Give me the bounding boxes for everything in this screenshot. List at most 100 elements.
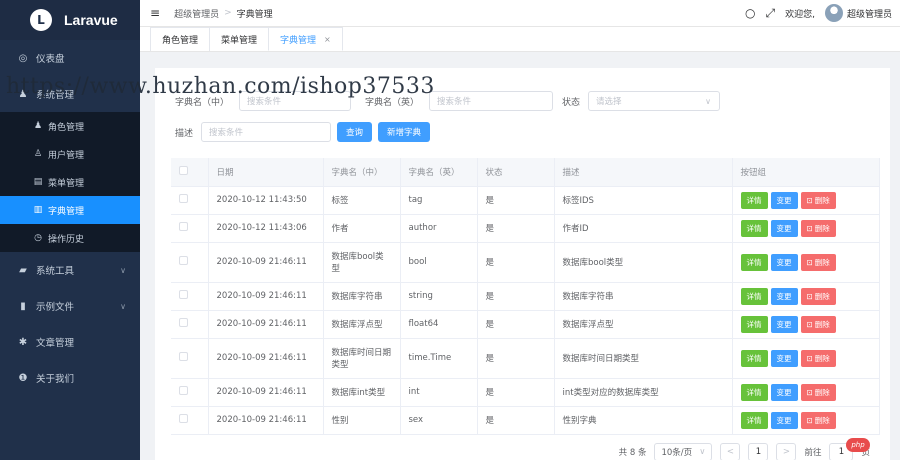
cell-name-cn: 数据库时间日期类型 — [323, 338, 401, 379]
username[interactable]: 超级管理员 — [847, 7, 892, 20]
cell-actions: 详情 变更 ⊡ 删除 — [732, 282, 880, 311]
edit-button[interactable]: 变更 — [770, 287, 798, 305]
cell-date: 2020-10-09 21:46:11 — [208, 406, 324, 435]
tab[interactable]: 角色管理 — [150, 27, 211, 51]
select-all-checkbox[interactable] — [179, 165, 188, 175]
col-name-cn[interactable]: 字典名（中） — [323, 158, 401, 187]
detail-button[interactable]: 详情 — [740, 191, 768, 209]
cell-date: 2020-10-12 11:43:50 — [208, 186, 324, 215]
col-name-en[interactable]: 字典名（英） — [400, 158, 478, 187]
cell-desc: 性别字典 — [554, 406, 733, 435]
col-status[interactable]: 状态 — [477, 158, 555, 187]
row-checkbox[interactable] — [179, 222, 188, 231]
delete-button[interactable]: ⊡ 删除 — [800, 191, 836, 209]
action-group: 详情 变更 ⊡ 删除 — [740, 315, 871, 333]
submenu-item[interactable]: ♙ 用户管理 — [0, 140, 140, 168]
page-number-current[interactable]: 1 — [748, 443, 769, 460]
cell-actions: 详情 变更 ⊡ 删除 — [732, 310, 880, 339]
row-checkbox[interactable] — [179, 194, 188, 203]
edit-button[interactable]: 变更 — [770, 383, 798, 401]
cell-actions: 详情 变更 ⊡ 删除 — [732, 338, 880, 379]
edit-button[interactable]: 变更 — [770, 253, 798, 271]
cell-status: 是 — [477, 282, 555, 311]
chevron-down-icon: ∨ — [705, 96, 711, 106]
delete-button[interactable]: ⊡ 删除 — [800, 253, 836, 271]
cell-name-cn: 数据库bool类型 — [323, 242, 401, 283]
detail-button[interactable]: 详情 — [740, 411, 768, 429]
delete-button[interactable]: ⊡ 删除 — [800, 219, 836, 237]
detail-button[interactable]: 详情 — [740, 383, 768, 401]
delete-label: 删除 — [814, 195, 830, 205]
delete-button[interactable]: ⊡ 删除 — [800, 287, 836, 305]
close-icon[interactable]: × — [324, 35, 331, 44]
edit-button[interactable]: 变更 — [770, 315, 798, 333]
app-logo[interactable]: L Laravue — [0, 0, 140, 40]
breadcrumb-item-root[interactable]: 超级管理员 — [174, 7, 219, 20]
delete-label: 删除 — [814, 387, 830, 397]
detail-button[interactable]: 详情 — [740, 315, 768, 333]
row-select-cell — [171, 338, 209, 379]
sidebar-item[interactable]: ▮ 示例文件 ∨ — [0, 288, 140, 324]
delete-button[interactable]: ⊡ 删除 — [800, 349, 836, 367]
dashboard-icon: ◎ — [18, 52, 28, 64]
edit-button[interactable]: 变更 — [770, 191, 798, 209]
fullscreen-icon[interactable]: ⤢ — [766, 6, 776, 21]
table-row: 2020-10-12 11:43:50 标签 tag 是标签IDS 详情 变更 ⊡ 删除 — [171, 186, 880, 215]
avatar[interactable] — [824, 4, 843, 22]
prev-page-button[interactable]: < — [720, 443, 741, 460]
query-button[interactable]: 查询 — [337, 122, 373, 142]
col-date[interactable]: 日期 — [208, 158, 324, 187]
page-size-select[interactable]: 10条/页 ∨ — [654, 443, 713, 460]
dict-table: 日期 字典名（中） 字典名（英） 状态 描述 按钮组 2020-10-12 11… — [171, 158, 880, 435]
action-group: 详情 变更 ⊡ 删除 — [740, 191, 871, 209]
action-group: 详情 变更 ⊡ 删除 — [740, 411, 871, 429]
tab[interactable]: 字典管理 × — [268, 27, 343, 51]
submenu-item-label: 菜单管理 — [48, 178, 85, 189]
chevron-right-icon: > — [224, 8, 232, 18]
col-desc[interactable]: 描述 — [554, 158, 733, 187]
edit-button[interactable]: 变更 — [770, 349, 798, 367]
row-checkbox[interactable] — [179, 386, 188, 395]
row-checkbox[interactable] — [179, 414, 188, 423]
sidebar-item[interactable]: ❶ 关于我们 — [0, 360, 140, 396]
row-checkbox[interactable] — [179, 256, 188, 265]
detail-button[interactable]: 详情 — [740, 219, 768, 237]
row-checkbox[interactable] — [179, 318, 188, 327]
next-page-button[interactable]: > — [776, 443, 797, 460]
table-row: 2020-10-09 21:46:11 数据库字符串 string 是数据库字符串 详情… — [171, 282, 880, 311]
hamburger-icon[interactable]: ≡ — [150, 6, 160, 20]
cell-date: 2020-10-09 21:46:11 — [208, 282, 324, 311]
sidebar-item[interactable]: ✱ 文章管理 — [0, 324, 140, 360]
submenu-item-label: 角色管理 — [48, 122, 85, 133]
laravue-logo-icon: L — [30, 9, 52, 31]
main-content: 字典名（中） 搜索条件 字典名（英） 搜索条件 状态 请选择 ∨ 描述 搜索条件… — [155, 68, 890, 460]
add-dict-button[interactable]: 新增字典 — [378, 122, 431, 142]
submenu-item[interactable]: ▤ 菜单管理 — [0, 168, 140, 196]
row-checkbox[interactable] — [179, 290, 188, 299]
status-select[interactable]: 请选择 ∨ — [588, 91, 720, 111]
tab[interactable]: 菜单管理 — [209, 27, 270, 51]
tab-label: 字典管理 — [280, 35, 317, 46]
cell-desc: 数据库bool类型 — [554, 242, 733, 283]
row-checkbox[interactable] — [179, 352, 188, 361]
delete-icon: ⊡ — [806, 415, 813, 425]
sidebar-item-dashboard[interactable]: ◎ 仪表盘 — [0, 40, 140, 76]
sidebar-item[interactable]: ▰ 系统工具 ∨ — [0, 252, 140, 288]
edit-button[interactable]: 变更 — [770, 219, 798, 237]
detail-button[interactable]: 详情 — [740, 287, 768, 305]
submenu-item[interactable]: ▥ 字典管理 — [0, 196, 140, 224]
desc-input[interactable]: 搜索条件 — [201, 122, 331, 142]
edit-button[interactable]: 变更 — [770, 411, 798, 429]
detail-button[interactable]: 详情 — [740, 253, 768, 271]
php-badge: php — [846, 438, 870, 452]
name-en-input[interactable]: 搜索条件 — [429, 91, 553, 111]
search-icon[interactable]: ○ — [745, 6, 755, 20]
submenu-item[interactable]: ◷ 操作历史 — [0, 224, 140, 252]
delete-button[interactable]: ⊡ 删除 — [800, 315, 836, 333]
delete-button[interactable]: ⊡ 删除 — [800, 383, 836, 401]
detail-button[interactable]: 详情 — [740, 349, 768, 367]
submenu-item[interactable]: ♟ 角色管理 — [0, 112, 140, 140]
cell-name-en: int — [400, 378, 478, 407]
delete-button[interactable]: ⊡ 删除 — [800, 411, 836, 429]
tab-label: 菜单管理 — [221, 36, 258, 46]
